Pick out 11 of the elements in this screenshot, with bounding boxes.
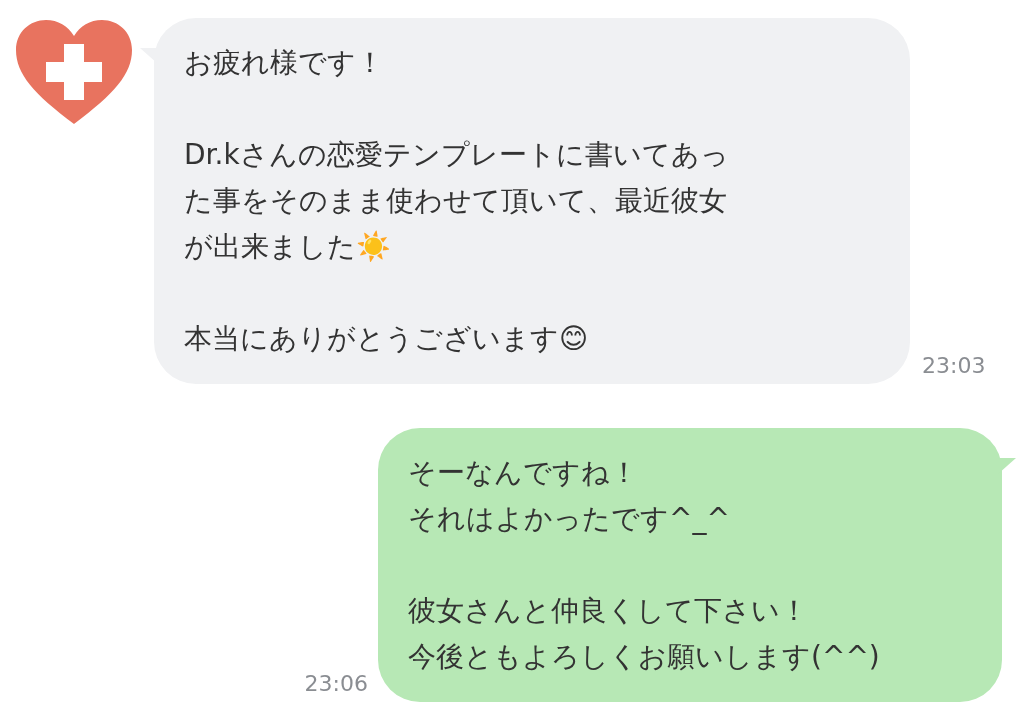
message-text: 彼女さんと仲良くして下さい！	[408, 593, 809, 629]
message-text: 今後ともよろしくお願いします(^^)	[408, 639, 881, 675]
message-text: が出来ました☀	[184, 229, 392, 265]
message-text: 本当にありがとうございます😊	[184, 321, 590, 357]
timestamp: 23:06	[304, 670, 368, 698]
message-text: お疲れ様です！	[184, 45, 385, 81]
message-text: た事をそのまま使わせて頂いて、最近彼女	[184, 183, 728, 219]
timestamp: 23:03	[922, 352, 986, 380]
message-text: それはよかったです^_^	[408, 501, 731, 537]
message-text: Dr.kさんの恋愛テンプレートに書いてあっ	[184, 137, 730, 173]
message-text: そーなんですね！	[408, 455, 639, 491]
